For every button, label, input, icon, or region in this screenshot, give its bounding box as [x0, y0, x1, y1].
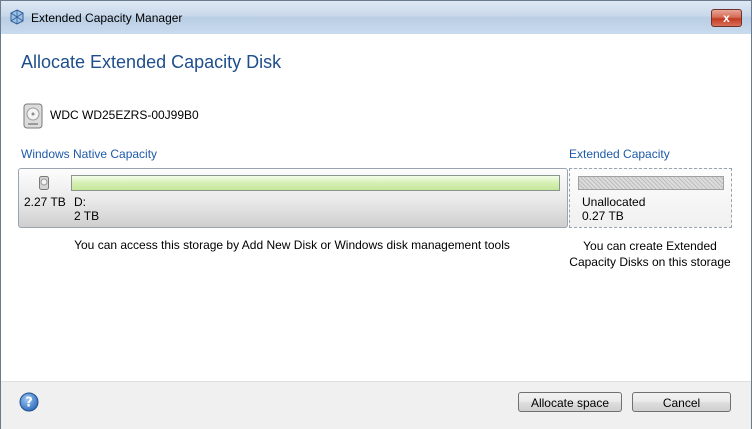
title-bar[interactable]: Extended Capacity Manager x [1, 1, 751, 34]
partition-size: 2 TB [74, 209, 100, 223]
unallocated-size: 0.27 TB [582, 209, 624, 223]
extended-capacity-note: You can create Extended Capacity Disks o… [569, 239, 731, 269]
page-title: Allocate Extended Capacity Disk [21, 52, 282, 72]
partition-letter: D: [74, 195, 86, 209]
native-capacity-note: You can access this storage by Add New D… [74, 238, 510, 252]
disk-small-icon [39, 176, 49, 190]
native-total-size: 2.27 TB [24, 195, 66, 209]
native-capacity-label: Windows Native Capacity [21, 147, 158, 161]
cancel-button[interactable]: Cancel [632, 392, 731, 412]
extended-capacity-label: Extended Capacity [569, 147, 670, 161]
partition-usage-bar[interactable] [71, 175, 560, 191]
svg-text:?: ? [25, 396, 33, 411]
close-icon: x [723, 11, 730, 25]
window-title: Extended Capacity Manager [31, 11, 183, 25]
unallocated-label: Unallocated [582, 195, 646, 209]
hard-disk-icon [23, 103, 43, 129]
disk-name: WDC WD25EZRS-00J99B0 [50, 108, 199, 122]
close-button[interactable]: x [711, 9, 742, 27]
allocate-space-button[interactable]: Allocate space [518, 392, 622, 412]
app-icon [10, 9, 24, 25]
unallocated-bar[interactable] [578, 176, 724, 190]
help-icon[interactable]: ? [19, 392, 39, 412]
